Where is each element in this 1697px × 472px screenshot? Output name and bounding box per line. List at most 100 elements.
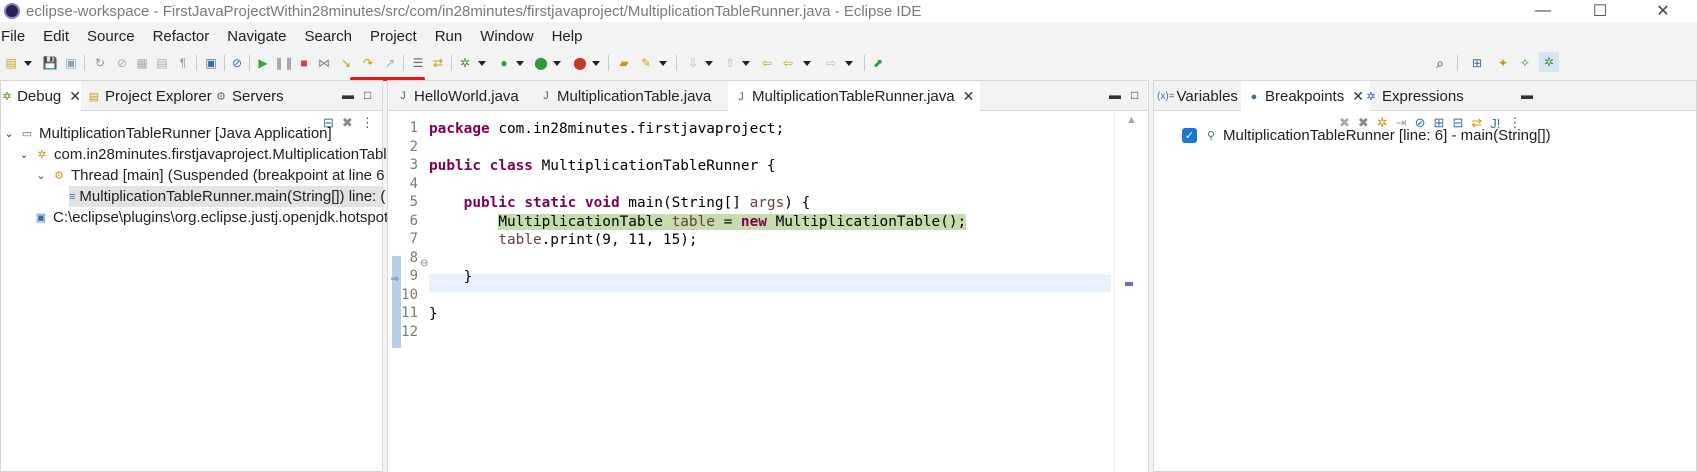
debug-dropdown-icon[interactable] [478,61,486,66]
console-icon[interactable]: ▣ [203,55,219,70]
run-dropdown-icon[interactable] [516,61,524,66]
use-step-filters-icon[interactable]: ⇄ [430,55,446,70]
chevron-down-icon[interactable]: ⌄ [35,169,47,182]
menu-source[interactable]: Source [87,28,144,45]
minimize-editor-icon[interactable]: ▬ [1109,89,1121,101]
disconnect-icon[interactable]: ⋈ [316,55,332,70]
annotation-prev-dropdown-icon[interactable] [742,61,750,66]
debug-perspective-icon[interactable]: ✲ [1539,52,1559,72]
back-icon[interactable]: ⇦ [780,55,796,70]
breakpoint-checkbox[interactable]: ✓ [1182,127,1197,143]
pin-editor-icon[interactable]: ⬈ [870,55,886,70]
menu-window[interactable]: Window [480,28,542,45]
maximize-editor-icon[interactable]: □ [1131,89,1138,101]
pilcrow-icon[interactable]: ¶ [175,55,191,70]
annotation-next-dropdown-icon[interactable] [705,61,713,66]
drop-to-frame-icon[interactable]: ☰ [410,55,426,70]
tab-variables[interactable]: (x)= Variables [1157,81,1238,111]
run-icon[interactable]: ● [496,55,512,70]
terminate-icon[interactable]: ■ [296,55,312,70]
tab-multiplicationtable-java[interactable]: J MultiplicationTable.java [539,81,711,111]
menu-run[interactable]: Run [435,28,472,45]
minimize-button[interactable]: — [1520,0,1566,22]
open-perspective-icon[interactable]: ⊞ [1469,55,1485,70]
task-dropdown-icon[interactable] [659,61,667,66]
search-icon[interactable]: ⌕ [1432,55,1448,70]
code-line[interactable]: table.print(9, 11, 15); [429,231,697,249]
menu-file[interactable]: File [1,28,34,45]
remove-terminated-icon[interactable]: ✖ [342,115,353,131]
vertical-scrollbar[interactable]: ▲ [1114,112,1148,472]
tree-item-jvm[interactable]: ▣ C:\eclipse\plugins\org.eclipse.justj.o… [33,207,388,228]
tree-item-stack-frame[interactable]: ≡ MultiplicationTableRunner.main(String[… [69,186,385,207]
step-over-icon[interactable]: ↷ [360,55,376,70]
maximize-view-icon[interactable]: □ [364,89,371,101]
save-icon[interactable]: 💾 [42,55,58,70]
tab-multiplicationtablerunner-java[interactable]: J MultiplicationTableRunner.java ✕ [728,81,981,112]
skip-all-breakpoints-icon[interactable]: ⊘ [229,55,245,70]
new-dropdown-icon[interactable] [24,61,32,66]
breakpoint-item[interactable]: ✓ ⚲ MultiplicationTableRunner [line: 6] … [1182,125,1551,145]
tab-helloworld-java[interactable]: J HelloWorld.java [396,81,519,111]
menu-refactor[interactable]: Refactor [153,28,219,45]
tab-project-explorer[interactable]: ▤ Project Explorer [87,81,212,111]
java-ee-perspective-icon[interactable]: ✦ [1495,55,1511,70]
close-icon[interactable]: ✕ [963,88,975,105]
forward-dropdown-icon[interactable] [845,61,853,66]
coverage-icon[interactable]: ⬤ [533,55,549,70]
save-all-icon[interactable]: ▣ [63,55,79,70]
compare-icon[interactable]: ▦ [134,55,150,70]
annotation-next-icon[interactable]: ⇩ [685,55,701,70]
code-line[interactable]: } [429,305,438,323]
step-return-icon[interactable]: ↗ [382,55,398,70]
open-task-icon[interactable]: ✎ [638,55,654,70]
code-editor[interactable]: ⇨ ⊖ 1 package com.in28minutes.firstjavapr… [388,112,1148,472]
external-tools-dropdown-icon[interactable] [592,61,600,66]
code-line[interactable]: public class MultiplicationTableRunner { [429,157,776,175]
maximize-button[interactable]: ☐ [1577,0,1623,22]
export-icon[interactable]: ▤ [154,55,170,70]
code-line[interactable]: package com.in28minutes.firstjavaproject… [429,120,784,138]
suspend-icon[interactable]: ❚❚ [274,55,294,70]
tree-item-process[interactable]: ⌄ ✲ com.in28minutes.firstjavaproject.Mul… [18,144,405,165]
menu-navigate[interactable]: Navigate [227,28,295,45]
step-into-icon[interactable]: ↘ [338,55,354,70]
view-menu-icon[interactable]: ⋮ [361,115,374,131]
menu-help[interactable]: Help [552,28,592,45]
tree-item-launch[interactable]: ⌄ ▭ MultiplicationTableRunner [Java Appl… [3,123,331,144]
annotation-prev-icon[interactable]: ⇧ [722,55,738,70]
last-edit-icon[interactable]: ⇦ [759,55,775,70]
close-icon[interactable]: ✕ [69,88,81,105]
tab-expressions[interactable]: ✲ Expressions [1364,81,1463,111]
chevron-down-icon[interactable]: ⌄ [3,127,15,140]
coverage-dropdown-icon[interactable] [553,61,561,66]
menu-edit[interactable]: Edit [43,28,78,45]
close-icon[interactable]: ✕ [1352,88,1364,105]
tab-servers[interactable]: ⚙ Servers [214,81,284,111]
close-window-button[interactable]: ✕ [1640,0,1686,22]
tree-item-thread[interactable]: ⌄ ⚙ Thread [main] (Suspended (breakpoint… [35,165,400,186]
resume-icon[interactable]: ▶ [255,55,271,70]
scroll-up-icon[interactable]: ▲ [1126,114,1137,126]
code-line[interactable]: public static void main(String[] args) { [429,194,811,212]
minimize-view-icon[interactable]: ▬ [342,89,354,101]
new-icon[interactable]: ▤ [3,55,19,70]
history-icon[interactable]: ↻ [92,55,108,70]
tab-breakpoints[interactable]: ● Breakpoints ✕ [1241,81,1370,112]
skip-breakpoints-icon[interactable]: ⊘ [114,55,130,70]
back-dropdown-icon[interactable] [803,61,811,66]
code-line[interactable]: MultiplicationTable table = new Multipli… [429,213,967,231]
external-tools-icon[interactable]: ⬤ [572,55,588,70]
debug-icon[interactable]: ✲ [457,55,473,70]
chevron-down-icon[interactable]: ⌄ [18,148,30,161]
menu-project[interactable]: Project [370,28,426,45]
forward-icon[interactable]: ⇨ [823,55,839,70]
menu-search[interactable]: Search [304,28,361,45]
java-perspective-icon[interactable]: ✧ [1517,55,1533,70]
overview-ruler-marker[interactable] [1125,282,1133,286]
minimize-view-icon[interactable]: ▬ [1521,89,1533,101]
fold-collapse-icon[interactable]: ⊖ [420,258,428,269]
open-type-icon[interactable]: ▰ [616,55,632,70]
code-line[interactable]: } [429,268,473,286]
tab-debug[interactable]: ✲ Debug ✕ [1,81,81,112]
